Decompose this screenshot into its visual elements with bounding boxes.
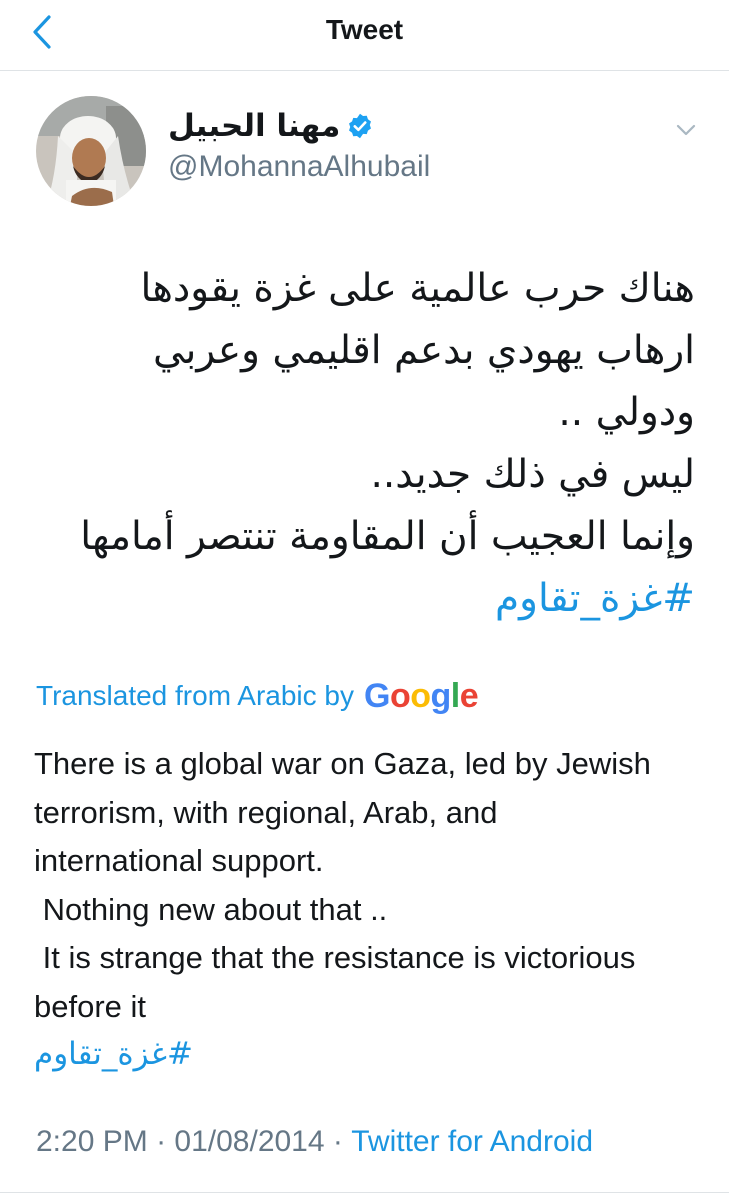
tweet-line: هناك حرب عالمية على غزة يقودها bbox=[140, 266, 695, 311]
divider bbox=[0, 1192, 729, 1193]
translation-hashtag-link[interactable]: #غزة_تقاوم bbox=[34, 1036, 193, 1072]
chevron-down-icon[interactable] bbox=[672, 116, 700, 144]
tweet-line: ليس في ذلك جديد.. bbox=[370, 452, 695, 497]
tweet-meta: 2:20 PM · 01/08/2014 · Twitter for Andro… bbox=[36, 1120, 593, 1164]
page-title: Tweet bbox=[325, 14, 404, 45]
tweet-line: ودولي .. bbox=[558, 390, 695, 435]
tweet-line: وإنما العجيب أن المقاومة تنتصر أمامها bbox=[80, 514, 695, 559]
translation-line: Nothing new about that .. bbox=[34, 891, 388, 927]
translation-label: Translated from Arabic by bbox=[36, 680, 354, 711]
hashtag-link[interactable]: #غزة_تقاوم bbox=[30, 568, 695, 630]
tweet-source-link[interactable]: Twitter for Android bbox=[351, 1125, 593, 1159]
avatar-photo bbox=[36, 96, 146, 206]
meta-separator: · bbox=[147, 1125, 175, 1158]
tweet-date: 01/08/2014 bbox=[174, 1125, 325, 1158]
translation-attribution[interactable]: Translated from Arabic by Google bbox=[36, 674, 479, 718]
avatar[interactable] bbox=[36, 96, 146, 206]
translation-line: There is a global war on Gaza, led by Je… bbox=[34, 746, 651, 781]
translation-line: It is strange that the resistance is vic… bbox=[34, 940, 636, 975]
translation-line: international support. bbox=[34, 843, 324, 878]
meta-separator: · bbox=[324, 1125, 352, 1158]
google-logo: Google bbox=[363, 676, 479, 715]
tweet-text-translation: There is a global war on Gaza, led by Je… bbox=[34, 740, 704, 1031]
translation-line: before it bbox=[34, 988, 147, 1024]
author-name-row[interactable]: مهنا الحبيل bbox=[168, 104, 374, 148]
tweet-time: 2:20 PM bbox=[36, 1125, 148, 1158]
tweet-line: ارهاب يهودي بدعم اقليمي وعربي bbox=[152, 328, 695, 373]
author-handle[interactable]: @MohannaAlhubail bbox=[168, 150, 430, 184]
author-display-name: مهنا الحبيل bbox=[168, 108, 341, 144]
tweet-text-arabic: هناك حرب عالمية على غزة يقودها ارهاب يهو… bbox=[30, 258, 695, 630]
verified-badge-icon bbox=[349, 113, 372, 139]
top-bar: Tweet bbox=[0, 0, 729, 71]
translation-line: terrorism, with regional, Arab, and bbox=[34, 794, 498, 830]
